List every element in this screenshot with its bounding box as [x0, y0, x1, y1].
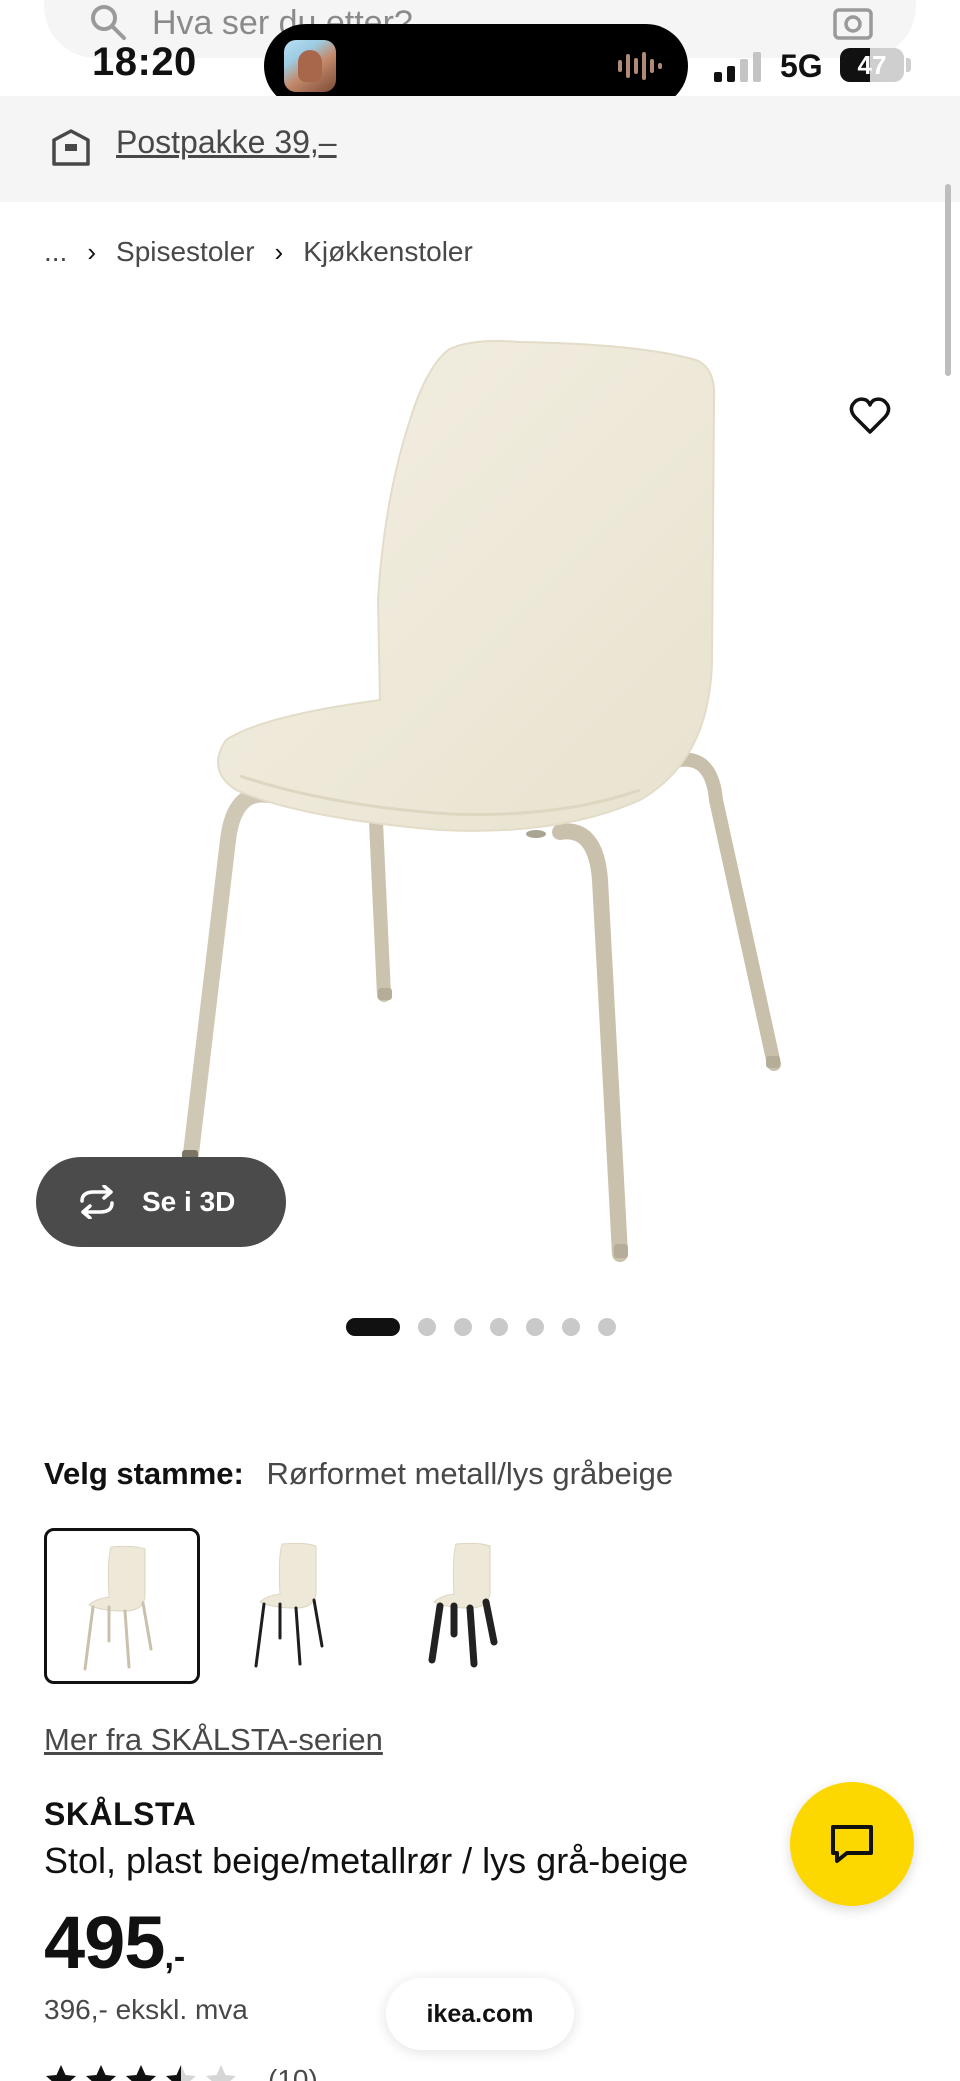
star-icon	[126, 2065, 156, 2081]
product-image[interactable]	[0, 290, 960, 1290]
audio-waveform-icon	[618, 52, 662, 80]
price-suffix: ,-	[164, 1938, 186, 1976]
product-description: Stol, plast beige/metallrør / lys grå-be…	[44, 1840, 689, 1881]
chat-button[interactable]	[790, 1782, 914, 1906]
browser-url: ikea.com	[426, 1999, 534, 2028]
breadcrumb-separator: ›	[274, 236, 284, 267]
variant-swatch-black-wood[interactable]	[392, 1528, 548, 1684]
carousel-dot[interactable]	[598, 1318, 616, 1336]
rotate-3d-icon	[80, 1185, 114, 1219]
product-name: SKÅLSTA	[44, 1796, 197, 1832]
heart-icon	[849, 397, 891, 434]
carousel-dot[interactable]	[346, 1318, 400, 1336]
package-icon	[52, 129, 90, 166]
price-amount: 495	[44, 1901, 165, 1984]
battery-icon: 47	[840, 48, 904, 82]
chair-illustration	[182, 340, 781, 1262]
favorite-button[interactable]	[840, 386, 900, 446]
breadcrumb-separator: ›	[87, 236, 97, 267]
variant-chair-thumbnail	[83, 1545, 153, 1671]
star-icon	[46, 2065, 76, 2081]
browser-url-bar[interactable]: ikea.com	[386, 1978, 574, 2050]
network-type: 5G	[780, 48, 823, 84]
delivery-link[interactable]: Postpakke 39,–	[116, 124, 337, 161]
variant-selector-header: Velg stamme: Rørformet metall/lys gråbei…	[44, 1456, 673, 1492]
view-in-3d-button[interactable]: Se i 3D	[36, 1157, 286, 1247]
product-rating[interactable]: (10)	[44, 2060, 318, 2081]
view-in-3d-label: Se i 3D	[142, 1186, 236, 1217]
image-carousel-indicator[interactable]	[346, 1318, 634, 1336]
now-playing-artwork	[284, 40, 336, 92]
breadcrumb-ellipsis[interactable]: ...	[44, 236, 67, 268]
status-bar: 18:20 5G 47	[0, 0, 960, 108]
clock: 18:20	[92, 40, 197, 84]
variant-swatch-black-metal[interactable]	[218, 1528, 374, 1684]
price-ex-vat: 396,- ekskl. mva	[44, 1994, 248, 2025]
series-link[interactable]: Mer fra SKÅLSTA-serien	[44, 1722, 383, 1758]
carousel-dot[interactable]	[418, 1318, 436, 1336]
star-icon	[86, 2065, 116, 2081]
battery-tip	[906, 58, 911, 72]
carousel-dot[interactable]	[490, 1318, 508, 1336]
variant-label: Velg stamme:	[44, 1456, 244, 1491]
review-count[interactable]: (10)	[268, 2064, 318, 2081]
chat-icon	[831, 1825, 873, 1863]
carousel-dot[interactable]	[526, 1318, 544, 1336]
signal-strength-icon	[714, 52, 761, 82]
variant-swatch-beige[interactable]	[44, 1528, 200, 1684]
variant-chair-thumbnail	[428, 1542, 498, 1668]
carousel-dot[interactable]	[562, 1318, 580, 1336]
variant-chair-thumbnail	[254, 1542, 324, 1668]
star-icon	[206, 2065, 236, 2081]
breadcrumb: ... › Spisestoler › Kjøkkenstoler	[44, 232, 473, 272]
star-icon	[166, 2065, 196, 2081]
delivery-info-bar: Postpakke 39,–	[0, 96, 960, 202]
breadcrumb-item-kjokkenstoler[interactable]: Kjøkkenstoler	[303, 236, 473, 268]
carousel-dot[interactable]	[454, 1318, 472, 1336]
product-price: 495,-	[44, 1900, 185, 1985]
battery-percentage: 47	[857, 50, 887, 80]
breadcrumb-item-spisestoler[interactable]: Spisestoler	[116, 236, 255, 268]
variant-value: Rørformet metall/lys gråbeige	[266, 1456, 674, 1491]
